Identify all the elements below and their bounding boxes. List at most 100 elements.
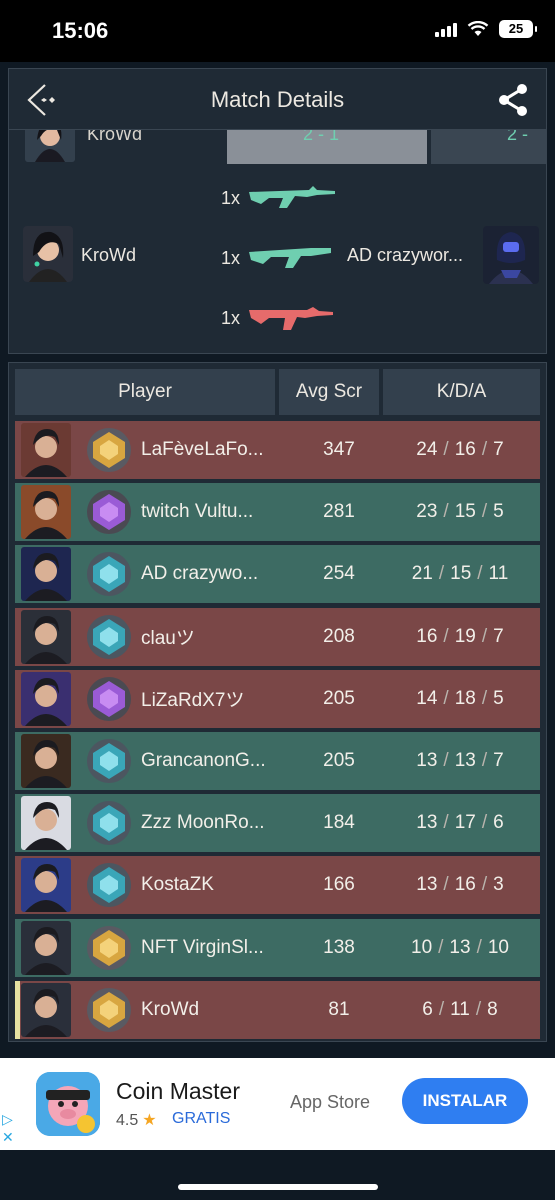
agent-avatar: [21, 547, 71, 602]
assists: 11: [488, 563, 509, 585]
agent-avatar: [21, 734, 71, 788]
signal-icon: [435, 21, 457, 37]
avg-score: 347: [323, 439, 355, 460]
agent-avatar: [21, 485, 71, 540]
rank-icon: [85, 613, 133, 661]
status-bar: 15:06 25: [0, 0, 555, 62]
adchoices-icon[interactable]: ▷ ✕: [2, 1110, 14, 1146]
player-row[interactable]: clauツ 208 16/19/7: [15, 607, 540, 666]
duel-left-player-name: KroWd: [81, 245, 137, 265]
player-name: KroWd: [141, 998, 200, 1020]
player-row[interactable]: KostaZK 166 13/16/3: [15, 856, 540, 915]
battery-indicator: 25: [499, 20, 537, 38]
assists: 7: [493, 625, 504, 647]
kill-count: 1x: [221, 188, 241, 208]
scoreboard-header: Player Avg Scr K/D/A: [15, 369, 540, 415]
rank-icon: [85, 799, 133, 847]
deaths: 13: [449, 936, 471, 958]
kills: 13: [416, 874, 438, 896]
kda-separator: /: [443, 874, 449, 896]
kda: 6/11/8: [385, 999, 535, 1021]
player-name: GrancanonG...: [141, 750, 266, 771]
kda-separator: /: [477, 563, 483, 585]
app-header: Match Details: [8, 68, 547, 130]
ad-store-label: App Store: [290, 1092, 371, 1112]
duel-right-player-name: AD crazywor...: [347, 245, 464, 265]
kills: 10: [411, 936, 433, 958]
rifle-icon: [249, 186, 335, 208]
deaths: 11: [450, 998, 470, 1020]
player-row[interactable]: GrancanonG... 205 13/13/7: [15, 732, 540, 790]
player-name: AD crazywo...: [141, 563, 259, 585]
kda-separator: /: [481, 874, 488, 896]
agent-avatar: [21, 796, 71, 851]
bottom-area: [0, 1150, 555, 1200]
assists: 6: [493, 812, 504, 834]
kda: 10/13/10: [385, 937, 535, 959]
player-name: KostaZK: [141, 874, 214, 896]
install-button[interactable]: INSTALAR: [402, 1078, 528, 1124]
column-header-kda[interactable]: K/D/A: [383, 369, 540, 415]
kills: 24: [416, 439, 438, 460]
column-header-player[interactable]: Player: [15, 369, 275, 415]
kda: 14/18/5: [385, 688, 535, 710]
deaths: 13: [454, 750, 476, 771]
player-row[interactable]: LaFèveLaFo... 347 24/16/7: [15, 421, 540, 479]
duel-summary-row: KroWd 2 - 1 2 -: [9, 130, 546, 164]
agent-avatar: [21, 609, 71, 664]
kda-separator: /: [438, 936, 444, 958]
kills: 23: [416, 501, 438, 523]
wifi-icon: [467, 21, 489, 36]
kda-separator: /: [481, 439, 488, 460]
kills: 21: [411, 563, 433, 585]
duel-score-text-right: 2 -: [507, 130, 529, 144]
player-name: Zzz MoonRo...: [141, 812, 265, 834]
share-button[interactable]: [494, 81, 532, 119]
agent-avatar-left: [23, 226, 73, 282]
player-row[interactable]: KroWd 81 6/11/8: [15, 980, 540, 1039]
kda: 21/15/11: [385, 563, 535, 585]
kda-separator: /: [443, 812, 449, 834]
agent-avatar: [21, 671, 71, 726]
rifle-icon: [249, 248, 331, 268]
column-header-avg-score[interactable]: Avg Scr: [279, 369, 379, 415]
assists: 5: [493, 501, 504, 523]
kda-separator: /: [481, 812, 488, 834]
player-name: LaFèveLaFo...: [141, 439, 264, 460]
deaths: 15: [450, 563, 472, 585]
kda-separator: /: [438, 998, 445, 1020]
kda: 13/17/6: [385, 812, 535, 834]
agent-avatar-right: [483, 226, 539, 284]
agent-avatar: [21, 920, 71, 975]
duel-score-bar: 2 - 1: [227, 130, 427, 164]
rank-icon: [85, 737, 133, 785]
player-name: LiZaRdX7ツ: [141, 690, 245, 712]
home-indicator[interactable]: [178, 1184, 378, 1190]
app-icon[interactable]: [36, 1072, 100, 1136]
kda-separator: /: [481, 625, 488, 647]
player-row[interactable]: AD crazywo... 254 21/15/11: [15, 545, 540, 604]
player-row[interactable]: twitch Vultu... 281 23/15/5: [15, 483, 540, 542]
rank-icon: [85, 986, 133, 1034]
rank-icon: [85, 488, 133, 536]
ad-rating-value: 4.5: [116, 1112, 139, 1129]
kda-separator: /: [443, 501, 449, 523]
status-time: 15:06: [52, 18, 109, 43]
agent-avatar: [21, 423, 71, 477]
kill-count: 1x: [221, 308, 241, 328]
player-name: twitch Vultu...: [141, 501, 254, 523]
kill-count: 1x: [221, 248, 241, 268]
status-icons: 25: [435, 20, 537, 38]
kda-separator: /: [481, 687, 488, 709]
duel-score-text: 2 - 1: [303, 130, 340, 144]
player-row[interactable]: LiZaRdX7ツ 205 14/18/5: [15, 669, 540, 728]
player-row[interactable]: Zzz MoonRo... 184 13/17/6: [15, 794, 540, 853]
deaths: 17: [454, 812, 476, 834]
ad-banner[interactable]: ▷ ✕ Coin Master 4.5 ★ GRATIS App Store INS…: [0, 1058, 555, 1150]
rank-icon: [85, 426, 133, 474]
kda: 16/19/7: [385, 626, 535, 648]
kda-separator: /: [443, 750, 449, 771]
deaths: 19: [454, 625, 476, 647]
ad-price: GRATIS: [172, 1110, 231, 1127]
player-row[interactable]: NFT VirginSl... 138 10/13/10: [15, 918, 540, 977]
